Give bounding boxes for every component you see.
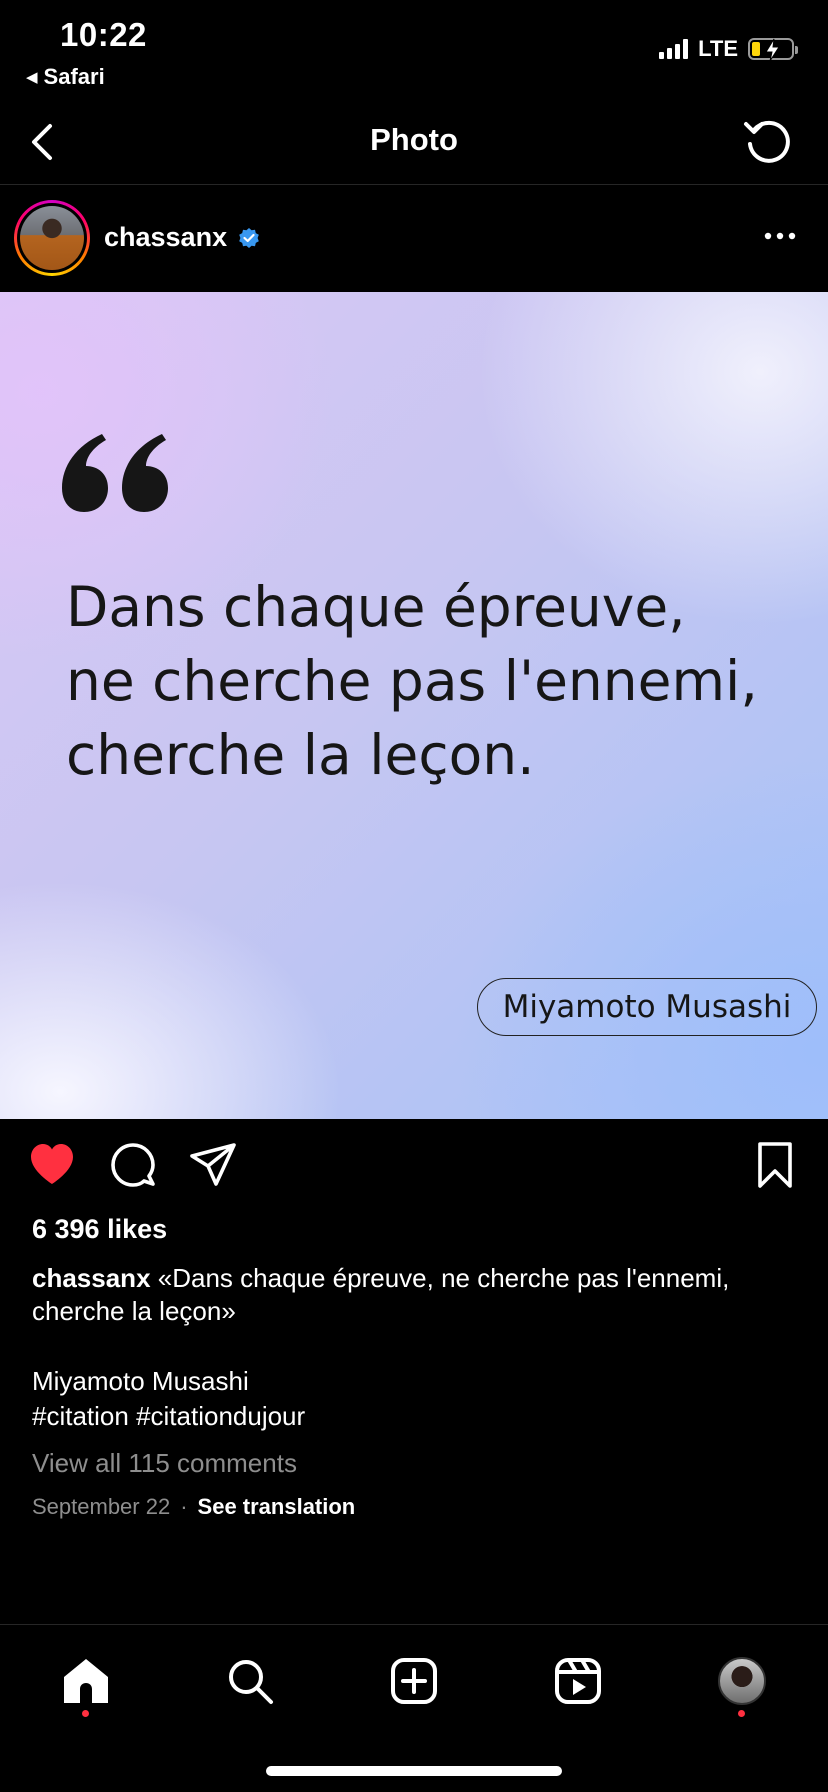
comment-button[interactable] <box>108 1140 158 1190</box>
post-image[interactable]: Dans chaque épreuve, ne cherche pas l'en… <box>0 292 828 1119</box>
profile-avatar <box>718 1657 766 1705</box>
caption: chassanx «Dans chaque épreuve, ne cherch… <box>32 1262 792 1328</box>
see-translation-link[interactable]: See translation <box>198 1494 356 1520</box>
nav-header: Photo <box>0 100 828 185</box>
caption-author: Miyamoto Musashi <box>32 1366 249 1396</box>
reels-icon <box>555 1658 601 1704</box>
profile-notification-dot <box>738 1710 745 1717</box>
back-app-label: Safari <box>43 64 105 89</box>
bookmark-icon <box>758 1142 792 1188</box>
date-separator: · <box>180 1494 188 1519</box>
comment-icon <box>111 1143 155 1187</box>
search-icon <box>229 1660 273 1704</box>
home-notification-dot <box>82 1710 89 1717</box>
tab-reels[interactable] <box>548 1651 608 1711</box>
refresh-icon <box>744 120 790 163</box>
avatar-image <box>20 206 84 270</box>
more-horizontal-icon <box>764 232 796 240</box>
share-button[interactable] <box>188 1140 238 1190</box>
save-button[interactable] <box>750 1140 800 1190</box>
status-time: 10:22 <box>60 16 147 53</box>
battery-fill <box>752 42 760 56</box>
tab-home[interactable] <box>56 1651 116 1711</box>
charging-bolt-icon <box>765 38 780 62</box>
status-bar: 10:22 ◀ Safari LTE <box>0 0 828 100</box>
bottom-tab-bar <box>0 1624 828 1792</box>
quote-text: Dans chaque épreuve, ne cherche pas l'en… <box>66 575 758 787</box>
caption-username[interactable]: chassanx <box>32 1263 151 1293</box>
like-button[interactable] <box>27 1140 77 1190</box>
quote-author-pill: Miyamoto Musashi <box>477 978 817 1036</box>
username-text: chassanx <box>104 222 228 252</box>
heart-icon <box>31 1144 73 1184</box>
post-date: September 22 <box>32 1494 171 1519</box>
back-to-app[interactable]: ◀ Safari <box>26 64 105 90</box>
home-indicator <box>266 1766 562 1776</box>
battery-icon <box>748 38 798 62</box>
post-header: chassanx <box>0 186 828 292</box>
tab-search[interactable] <box>220 1651 280 1711</box>
more-options-button[interactable] <box>760 224 800 248</box>
view-comments-link[interactable]: View all 115 comments <box>32 1448 297 1479</box>
likes-count[interactable]: 6 396 likes <box>32 1214 167 1245</box>
post-actions <box>0 1140 828 1196</box>
page-title: Photo <box>370 122 458 157</box>
home-icon <box>64 1659 108 1703</box>
back-triangle-icon: ◀ <box>26 69 38 86</box>
create-icon <box>391 1658 437 1704</box>
avatar[interactable] <box>14 200 90 276</box>
tab-profile[interactable] <box>712 1651 772 1711</box>
quote-mark-icon <box>62 434 168 512</box>
signal-icon <box>659 39 689 59</box>
post-username[interactable]: chassanx <box>104 222 261 253</box>
send-icon <box>190 1143 236 1186</box>
refresh-button[interactable] <box>742 116 794 168</box>
post-date-row: September 22 · See translation <box>32 1494 355 1520</box>
caption-hashtags[interactable]: #citation #citationdujour <box>32 1400 305 1433</box>
status-indicators: LTE <box>659 36 798 62</box>
tab-create[interactable] <box>384 1651 444 1711</box>
network-label: LTE <box>698 36 738 61</box>
verified-badge-icon <box>239 227 259 248</box>
